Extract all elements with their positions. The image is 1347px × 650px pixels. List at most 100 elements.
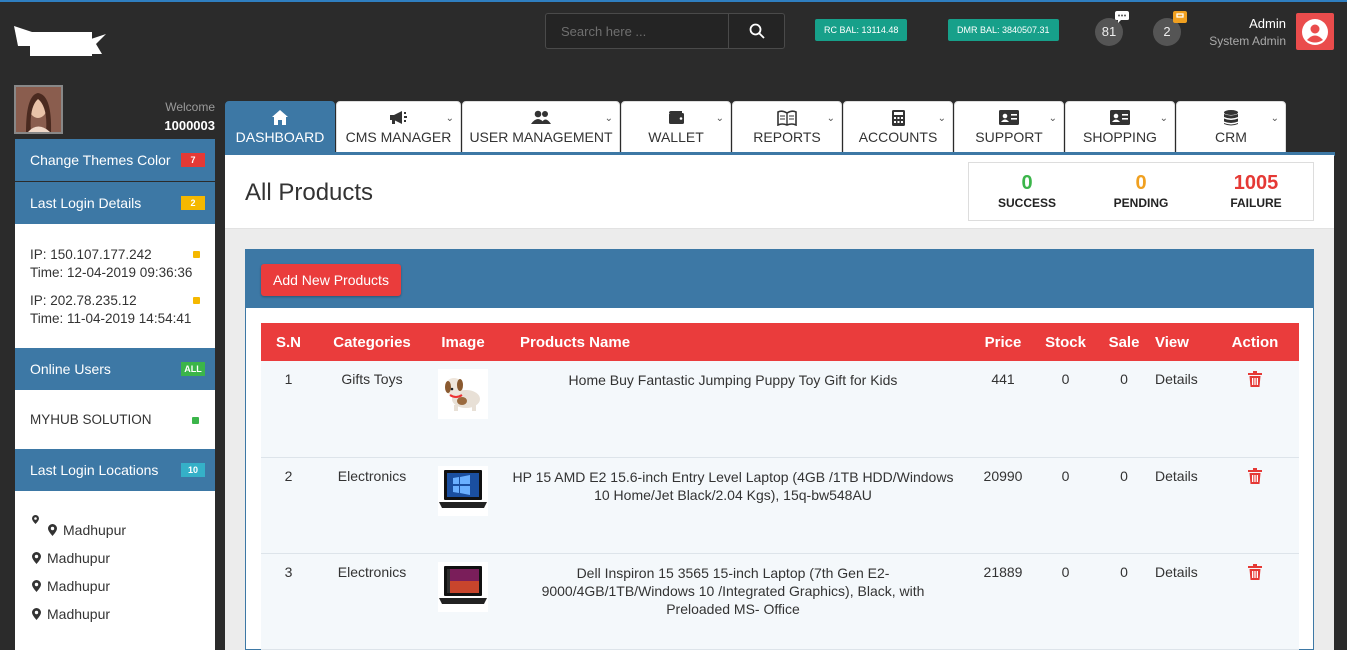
cell-price: 441 bbox=[968, 361, 1038, 458]
location-name: Madhupur bbox=[47, 606, 111, 622]
trash-icon[interactable] bbox=[1248, 371, 1262, 387]
last-login-details-header[interactable]: Last Login Details 2 bbox=[15, 182, 215, 224]
online-users-header[interactable]: Online Users ALL bbox=[15, 348, 215, 390]
cell-category: Gifts Toys bbox=[316, 361, 428, 458]
map-marker-icon bbox=[32, 608, 41, 620]
orders-notification[interactable]: 2 bbox=[1153, 11, 1187, 46]
location-name: Madhupur bbox=[47, 550, 111, 566]
stat-label: FAILURE bbox=[1230, 196, 1282, 210]
cell-sn: 3 bbox=[261, 553, 316, 650]
puppy-toy-image[interactable] bbox=[438, 369, 488, 419]
details-link[interactable]: Details bbox=[1155, 553, 1211, 650]
main-content: All Products 0 SUCCESS 0 PENDING 1005 FA… bbox=[225, 155, 1334, 650]
details-link[interactable]: Details bbox=[1155, 361, 1211, 458]
last-login-details-label: Last Login Details bbox=[30, 195, 142, 211]
laptop-windows-image[interactable] bbox=[438, 465, 488, 516]
col-header-products-name[interactable]: Products Name bbox=[498, 323, 968, 361]
location-item: Madhupur bbox=[48, 522, 126, 538]
products-table: S.N Categories Image Products Name Price… bbox=[261, 323, 1299, 650]
home-icon bbox=[272, 110, 288, 125]
stat-value: 0 bbox=[1021, 172, 1033, 194]
col-header-stock[interactable]: Stock bbox=[1038, 323, 1093, 361]
search-box bbox=[545, 13, 785, 49]
tab-user-management[interactable]: USER MANAGEMENT ⌄ bbox=[462, 101, 620, 153]
last-login-list: IP: 150.107.177.242 Time: 12-04-2019 09:… bbox=[15, 224, 215, 348]
details-link[interactable]: Details bbox=[1155, 457, 1211, 554]
col-header-sn[interactable]: S.N bbox=[261, 323, 316, 361]
col-header-action[interactable]: Action bbox=[1211, 323, 1299, 361]
chevron-down-icon: ⌄ bbox=[1270, 113, 1279, 124]
product-name: Dell Inspiron 15 3565 15-inch Laptop (7t… bbox=[541, 564, 925, 617]
search-button[interactable] bbox=[728, 14, 784, 48]
stat-pending: 0 PENDING bbox=[1091, 172, 1191, 210]
cell-sn: 2 bbox=[261, 457, 316, 554]
admin-avatar[interactable] bbox=[1296, 13, 1334, 50]
megaphone-icon bbox=[389, 111, 407, 124]
location-item: Madhupur bbox=[32, 606, 110, 622]
chevron-down-icon: ⌄ bbox=[1159, 113, 1168, 124]
tab-dashboard[interactable]: DASHBOARD bbox=[225, 101, 335, 153]
dmr-balance-badge: DMR BAL: 3840507.31 bbox=[948, 19, 1059, 41]
cell-action bbox=[1211, 457, 1299, 554]
tab-support[interactable]: SUPPORT ⌄ bbox=[954, 101, 1064, 153]
chevron-down-icon: ⌄ bbox=[715, 113, 724, 124]
stat-failure: 1005 FAILURE bbox=[1206, 172, 1306, 210]
admin-role: System Admin bbox=[1209, 34, 1286, 48]
location-item: Madhupur bbox=[32, 550, 110, 566]
login-entry: IP: 150.107.177.242 Time: 12-04-2019 09:… bbox=[30, 246, 210, 282]
stat-value: 1005 bbox=[1233, 172, 1279, 194]
panel-header: Add New Products bbox=[246, 250, 1313, 308]
map-marker-icon bbox=[32, 515, 39, 524]
map-marker-icon bbox=[48, 524, 57, 536]
profile-avatar[interactable] bbox=[14, 85, 63, 134]
tab-accounts[interactable]: ACCOUNTS ⌄ bbox=[843, 101, 953, 153]
col-header-price[interactable]: Price bbox=[968, 323, 1038, 361]
stat-success: 0 SUCCESS bbox=[977, 172, 1077, 210]
products-panel: Add New Products S.N Categories Image Pr… bbox=[245, 249, 1314, 650]
stat-value: 0 bbox=[1135, 172, 1147, 194]
sidebar: Welcome 1000003 Change Themes Color 7 La… bbox=[0, 78, 215, 650]
add-new-products-button[interactable]: Add New Products bbox=[261, 264, 401, 296]
change-themes-label: Change Themes Color bbox=[30, 152, 171, 168]
cell-sale: 0 bbox=[1093, 361, 1155, 458]
profile-photo bbox=[16, 87, 61, 132]
tab-crm[interactable]: CRM ⌄ bbox=[1176, 101, 1286, 153]
last-login-locations-list: Madhupur Madhupur Madhupur Madhupur bbox=[15, 491, 215, 650]
login-ip: IP: 150.107.177.242 bbox=[30, 247, 152, 262]
login-time: Time: 11-04-2019 14:54:41 bbox=[30, 311, 192, 326]
chat-icon bbox=[1115, 11, 1129, 23]
orders-count: 2 bbox=[1163, 24, 1171, 39]
tab-reports[interactable]: REPORTS ⌄ bbox=[732, 101, 842, 153]
tab-shopping[interactable]: SHOPPING ⌄ bbox=[1065, 101, 1175, 153]
tab-label: CMS MANAGER bbox=[345, 129, 452, 145]
tab-label: SUPPORT bbox=[975, 129, 1043, 145]
search-input[interactable] bbox=[546, 14, 729, 48]
tab-cms-manager[interactable]: CMS MANAGER ⌄ bbox=[336, 101, 461, 153]
trash-icon[interactable] bbox=[1248, 563, 1262, 580]
col-header-view[interactable]: View bbox=[1155, 323, 1211, 361]
online-dot bbox=[192, 417, 199, 424]
last-login-locations-count: 10 bbox=[181, 463, 205, 477]
last-login-locations-header[interactable]: Last Login Locations 10 bbox=[15, 449, 215, 491]
col-header-sale[interactable]: Sale bbox=[1093, 323, 1155, 361]
cart-icon bbox=[1173, 11, 1187, 23]
cell-price: 20990 bbox=[968, 457, 1038, 554]
tab-label: CRM bbox=[1215, 129, 1247, 145]
trash-icon[interactable] bbox=[1248, 467, 1262, 484]
users-icon bbox=[531, 110, 551, 124]
cell-product-name: HP 15 AMD E2 15.6-inch Entry Level Lapto… bbox=[498, 457, 968, 554]
col-header-categories[interactable]: Categories bbox=[316, 323, 428, 361]
id-card-icon bbox=[1110, 110, 1130, 125]
messages-notification[interactable]: 81 bbox=[1095, 11, 1129, 46]
cell-category: Electronics bbox=[316, 553, 428, 650]
location-item: Madhupur bbox=[32, 578, 110, 594]
col-header-image[interactable]: Image bbox=[428, 323, 498, 361]
online-user-name: MYHUB SOLUTION bbox=[30, 412, 152, 427]
laptop-ubuntu-image[interactable] bbox=[438, 561, 488, 612]
change-themes-button[interactable]: Change Themes Color 7 bbox=[15, 139, 215, 181]
logo[interactable] bbox=[14, 22, 106, 58]
tab-wallet[interactable]: WALLET ⌄ bbox=[621, 101, 731, 153]
last-login-count: 2 bbox=[181, 196, 205, 210]
search-icon bbox=[749, 23, 765, 39]
admin-name: Admin bbox=[1249, 16, 1286, 31]
